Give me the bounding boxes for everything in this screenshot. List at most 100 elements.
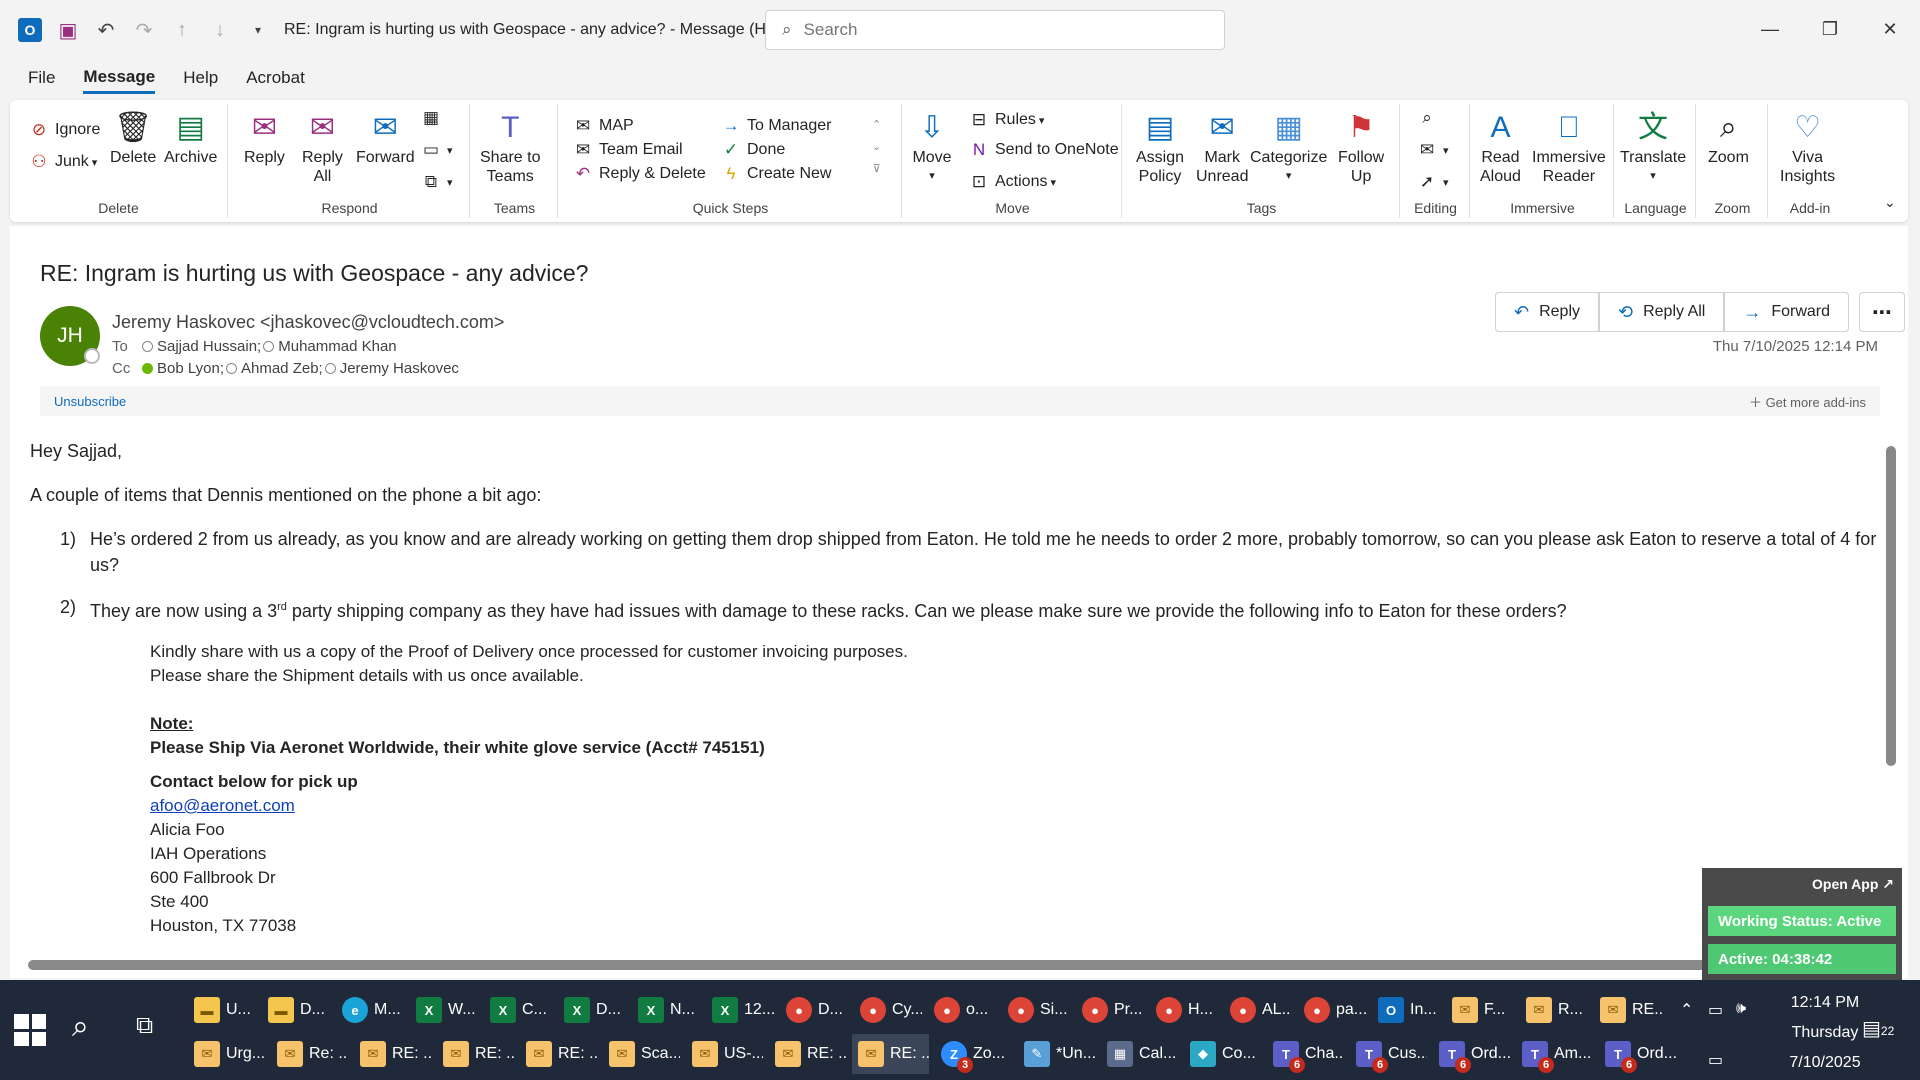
taskbar-button[interactable]: ● pa... — [1298, 990, 1366, 1030]
taskbar-button[interactable]: X N... — [632, 990, 700, 1030]
actions-button[interactable]: ⊡ Actions ▾ — [968, 172, 1056, 192]
taskbar-button[interactable]: ✎ *Un... — [1018, 1034, 1095, 1074]
taskbar-button[interactable]: ✉ RE: ... — [852, 1034, 929, 1074]
reply-button[interactable]: ↶ Reply — [1495, 292, 1599, 332]
forward-ribbon-button[interactable]: ✉ Forward — [356, 108, 415, 167]
rules-button[interactable]: ⊟ Rules ▾ — [968, 110, 1045, 130]
translate-button[interactable]: 文 Translate ▾ — [1620, 108, 1686, 186]
delete-button[interactable]: 🗑 Delete — [110, 108, 156, 167]
taskbar-button[interactable]: ◆ Co... — [1184, 1034, 1261, 1074]
tab-help[interactable]: Help — [183, 68, 218, 92]
reply-ribbon-button[interactable]: ✉ Reply — [244, 108, 285, 167]
taskbar-button[interactable]: T 6 Ord... — [1433, 1034, 1510, 1074]
reply-all-ribbon-button[interactable]: ✉ Reply All — [302, 108, 343, 186]
search-box[interactable]: ⌕ — [765, 10, 1225, 50]
taskbar-button[interactable]: Z 3 Zo... — [935, 1034, 1012, 1074]
taskbar-button[interactable]: T 6 Cha... — [1267, 1034, 1344, 1074]
search-input[interactable] — [803, 20, 1184, 40]
quickstep-map[interactable]: ✉ MAP — [572, 116, 634, 136]
next-item-icon[interactable]: ↓ — [208, 18, 232, 42]
open-app-button[interactable]: Open App ↗ — [1812, 876, 1894, 893]
assign-policy-button[interactable]: ▤ Assign Policy — [1136, 108, 1184, 186]
move-button[interactable]: ⇩ Move ▾ — [912, 108, 952, 186]
save-icon[interactable]: ▣ — [56, 18, 80, 42]
quickstep-reply-delete[interactable]: ↶ Reply & Delete — [572, 164, 706, 184]
taskbar-button[interactable]: X W... — [410, 990, 478, 1030]
recipient[interactable]: Muhammad Khan — [278, 338, 396, 355]
taskbar-button[interactable]: ✉ Urg... — [188, 1034, 265, 1074]
taskbar-button[interactable]: ✉ F... — [1446, 990, 1514, 1030]
immersive-reader-button[interactable]: ⎕ Immersive Reader — [1532, 108, 1606, 186]
minimize-button[interactable]: — — [1740, 0, 1800, 58]
restore-button[interactable]: ❐ — [1800, 0, 1860, 58]
taskbar-button[interactable]: T 6 Ord... — [1599, 1034, 1676, 1074]
avatar[interactable]: JH — [40, 306, 100, 366]
taskbar-button[interactable]: ● Cy... — [854, 990, 922, 1030]
undo-icon[interactable]: ↶ — [94, 18, 118, 42]
tab-acrobat[interactable]: Acrobat — [246, 68, 305, 92]
categorize-button[interactable]: ▦ Categorize ▾ — [1250, 108, 1327, 186]
quickstep-team-email[interactable]: ✉ Team Email — [572, 140, 683, 160]
tab-message[interactable]: Message — [83, 67, 156, 94]
taskbar-button[interactable]: ✉ RE: ... — [437, 1034, 514, 1074]
email-link[interactable]: afoo@aeronet.com — [150, 794, 1890, 818]
meeting-button[interactable]: ▦ — [420, 108, 447, 128]
taskbar-button[interactable]: ✉ US-... — [686, 1034, 763, 1074]
taskbar-button[interactable]: ▦ Cal... — [1101, 1034, 1178, 1074]
select-button[interactable]: ➚ ▾ — [1416, 172, 1449, 192]
more-actions-button[interactable]: ⋯ — [1859, 292, 1906, 332]
taskbar-button[interactable]: ✉ Re: ... — [271, 1034, 348, 1074]
taskbar-button[interactable]: ● o... — [928, 990, 996, 1030]
quicksteps-scroll[interactable]: ⌃ ⌄ ⊽ — [872, 114, 881, 180]
archive-button[interactable]: ▤ Archive — [164, 108, 217, 167]
im-button[interactable]: ▭ ▾ — [420, 140, 453, 160]
mark-unread-button[interactable]: ✉ Mark Unread — [1196, 108, 1248, 186]
taskbar-button[interactable]: ● AL... — [1224, 990, 1292, 1030]
show-hidden-icons[interactable]: ⌃ — [1680, 1000, 1693, 1020]
more-respond-button[interactable]: ⧉ ▾ — [420, 172, 453, 192]
previous-item-icon[interactable]: ↑ — [170, 18, 194, 42]
horizontal-scrollbar[interactable] — [28, 960, 1708, 970]
recipient[interactable]: Ahmad Zeb; — [241, 360, 323, 377]
read-aloud-button[interactable]: A Read Aloud — [1480, 108, 1521, 186]
taskbar-button[interactable]: ✉ R... — [1520, 990, 1588, 1030]
quickstep-create-new[interactable]: ϟ Create New — [720, 164, 832, 184]
taskbar-button[interactable]: ✉ RE... — [1594, 990, 1662, 1030]
taskbar-button[interactable]: ● Si... — [1002, 990, 1070, 1030]
follow-up-button[interactable]: ⚑ Follow Up — [1338, 108, 1384, 186]
network-icon[interactable]: ▭ — [1708, 1050, 1723, 1070]
taskbar-button[interactable]: ● D... — [780, 990, 848, 1030]
taskbar-button[interactable]: ✉ Sca... — [603, 1034, 680, 1074]
unsubscribe-link[interactable]: Unsubscribe — [54, 394, 126, 409]
tab-file[interactable]: File — [28, 68, 55, 92]
taskbar-button[interactable]: ✉ RE: ... — [769, 1034, 846, 1074]
customize-toolbar-icon[interactable]: ▾ — [246, 18, 270, 42]
taskbar-button[interactable]: X 12... — [706, 990, 774, 1030]
volume-icon[interactable]: 🕪 — [1736, 1000, 1746, 1018]
taskbar-button[interactable]: ● Pr... — [1076, 990, 1144, 1030]
battery-icon[interactable]: ▭ — [1708, 1000, 1723, 1020]
taskbar-button[interactable]: e M... — [336, 990, 404, 1030]
get-add-ins-button[interactable]: ＋ Get more add-ins — [1749, 392, 1866, 411]
quickstep-to-manager[interactable]: → To Manager — [720, 116, 832, 136]
start-button[interactable] — [14, 1014, 46, 1046]
taskbar-search-icon[interactable]: ⌕ — [72, 1010, 89, 1044]
forward-button[interactable]: → Forward — [1724, 292, 1850, 332]
taskbar-button[interactable]: X D... — [558, 990, 626, 1030]
taskbar-button[interactable]: ✉ RE: ... — [520, 1034, 597, 1074]
recipient[interactable]: Jeremy Haskovec — [340, 360, 459, 377]
zoom-button[interactable]: ⌕ Zoom — [1708, 108, 1749, 167]
taskbar-button[interactable]: X C... — [484, 990, 552, 1030]
collapse-ribbon-button[interactable]: ⌄ — [1884, 194, 1896, 211]
notification-center[interactable]: ▤22 — [1862, 1016, 1894, 1041]
taskbar-button[interactable]: T 6 Cus... — [1350, 1034, 1427, 1074]
taskbar-button[interactable]: ✉ RE: ... — [354, 1034, 431, 1074]
taskbar-button[interactable]: ▬ D... — [262, 990, 330, 1030]
taskbar-button[interactable]: ▬ U... — [188, 990, 256, 1030]
reply-all-button[interactable]: ⟲ Reply All — [1599, 292, 1725, 332]
sender[interactable]: Jeremy Haskovec <jhaskovec@vcloudtech.co… — [112, 312, 504, 333]
recipient[interactable]: Sajjad Hussain; — [157, 338, 261, 355]
scrollbar-thumb[interactable] — [1886, 446, 1896, 766]
share-to-teams-button[interactable]: T Share to Teams — [480, 108, 540, 186]
close-button[interactable]: ✕ — [1860, 0, 1920, 58]
